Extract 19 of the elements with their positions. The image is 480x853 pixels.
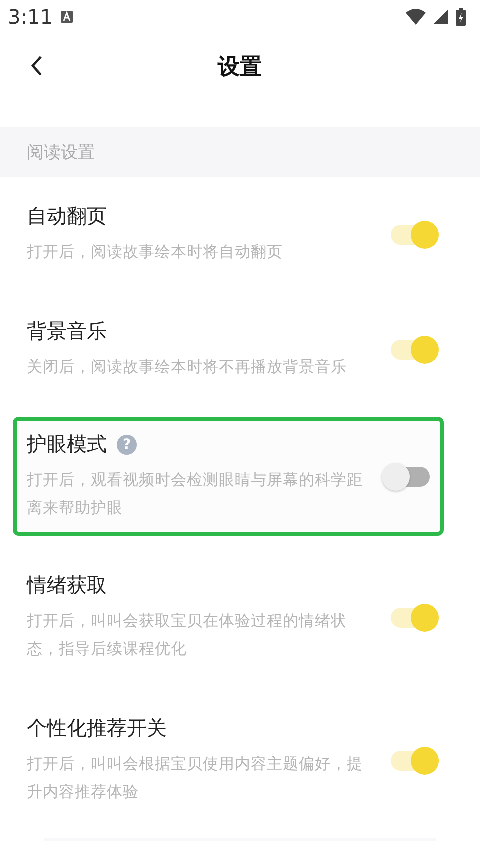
setting-description: 打开后，阅读故事绘本时将自动翻页: [27, 242, 284, 263]
setting-description: 打开后，叫叫会根据宝贝使用内容主题偏好，提升内容推荐体验: [27, 754, 364, 803]
battery-icon: [456, 8, 466, 26]
wifi-icon: [406, 9, 426, 25]
setting-title: 护眼模式: [27, 431, 107, 458]
setting-title: 个性化推荐开关: [27, 715, 167, 742]
setting-description: 打开后，叫叫会获取宝贝在体验过程的情绪状态，指导后续课程优化: [27, 611, 348, 660]
section-title: 阅读设置: [27, 142, 95, 164]
setting-description: 打开后，观看视频时会检测眼睛与屏幕的科学距离来帮助护眼: [27, 470, 364, 519]
back-icon[interactable]: [31, 55, 43, 77]
status-time: 3:11: [8, 5, 53, 29]
setting-title: 情绪获取: [27, 572, 107, 599]
setting-title: 自动翻页: [27, 203, 107, 230]
setting-title: 背景音乐: [27, 318, 107, 345]
help-icon[interactable]: ?: [117, 434, 137, 454]
notification-icon: [60, 11, 73, 23]
setting-description: 关闭后，阅读故事绘本时将不再播放背景音乐: [27, 357, 348, 378]
page-title: 设置: [218, 54, 262, 82]
signal-icon: [434, 10, 448, 24]
